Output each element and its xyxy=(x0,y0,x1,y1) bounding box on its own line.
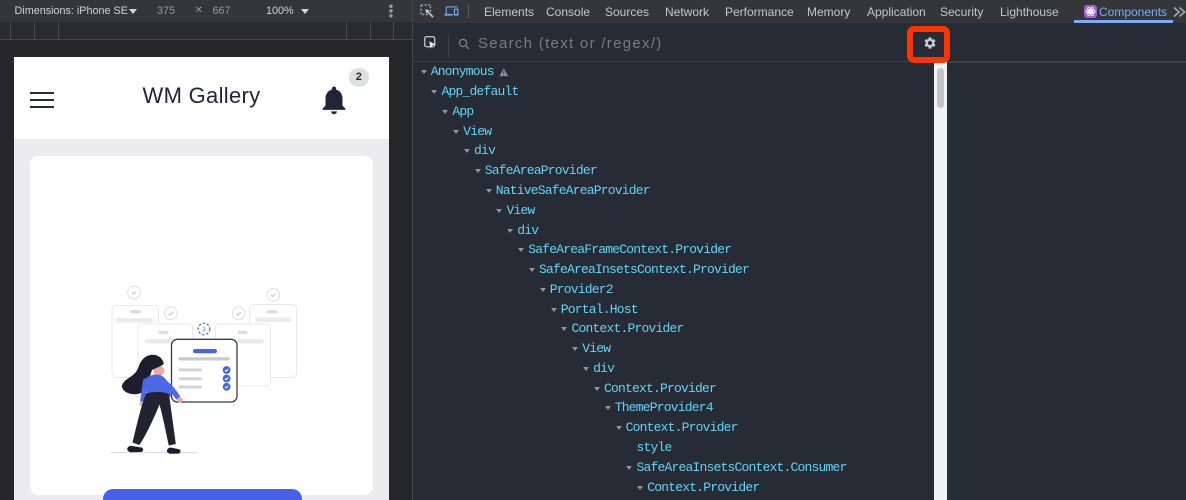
svg-text:3: 3 xyxy=(202,327,206,334)
